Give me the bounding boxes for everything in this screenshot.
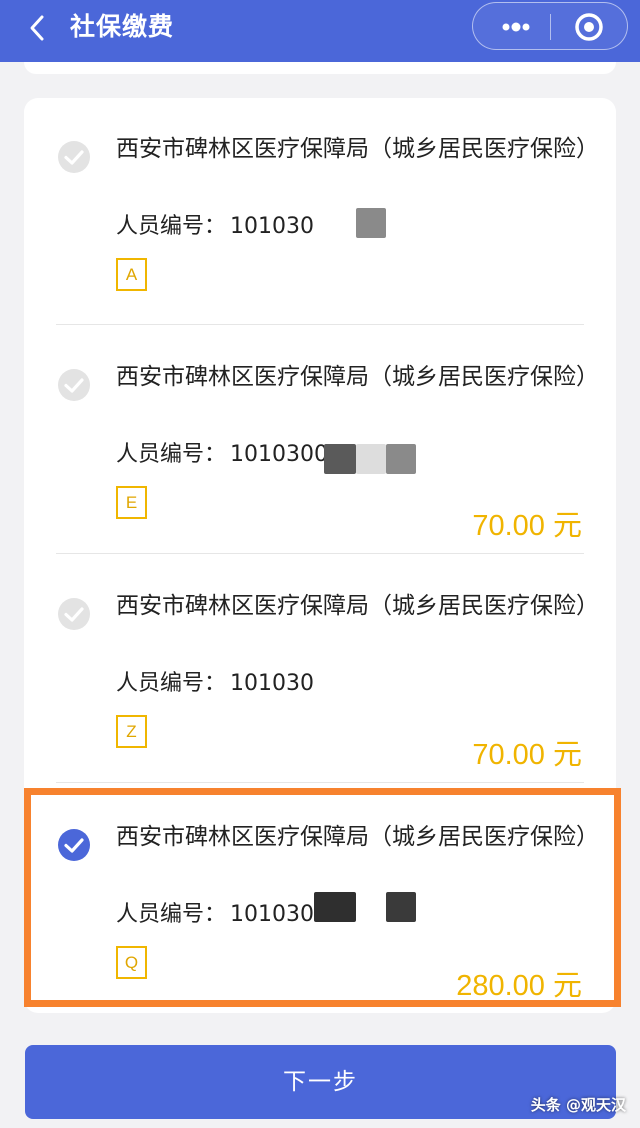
header-bar: 社保缴费	[0, 0, 640, 62]
chevron-left-icon[interactable]	[22, 10, 58, 46]
person-tag: A	[116, 258, 147, 291]
person-id-label: 人员编号：	[116, 442, 227, 467]
selection-highlight-frame	[24, 788, 621, 1007]
amount: 70.00 元	[472, 739, 582, 771]
more-dots-icon[interactable]	[487, 7, 545, 47]
target-circle-icon[interactable]	[563, 7, 615, 47]
check-circle-icon[interactable]	[57, 140, 91, 174]
mini-program-capsule	[472, 2, 628, 50]
person-id-label: 人员编号：	[116, 671, 227, 696]
insurance-item[interactable]: 西安市碑林区医疗保障局（城乡居民医疗保险） 人员编号： 101030 A	[24, 98, 616, 326]
item-divider	[56, 324, 584, 325]
check-circle-icon[interactable]	[57, 597, 91, 631]
insurance-name: 西安市碑林区医疗保障局（城乡居民医疗保险）	[116, 593, 599, 619]
insurance-name: 西安市碑林区医疗保障局（城乡居民医疗保险）	[116, 136, 599, 162]
watermark: 头条 @观天汉	[530, 1096, 626, 1114]
person-id-label: 人员编号：	[116, 214, 227, 239]
person-tag: Z	[116, 715, 147, 748]
amount: 70.00 元	[472, 510, 582, 542]
next-step-button[interactable]: 下一步	[25, 1045, 616, 1119]
insurance-item[interactable]: 西安市碑林区医疗保障局（城乡居民医疗保险） 人员编号： 101030 Z 70.…	[24, 555, 616, 783]
redacted-block	[356, 444, 386, 474]
item-divider	[56, 782, 584, 783]
previous-card-edge	[24, 62, 616, 74]
insurance-name: 西安市碑林区医疗保障局（城乡居民医疗保险）	[116, 364, 599, 390]
person-tag: E	[116, 486, 147, 519]
person-id-value: 101030	[230, 671, 314, 696]
redacted-block	[324, 444, 356, 474]
page-title: 社保缴费	[70, 12, 175, 41]
capsule-divider	[550, 14, 551, 40]
check-circle-icon[interactable]	[57, 368, 91, 402]
redacted-block	[356, 208, 386, 238]
insurance-item[interactable]: 西安市碑林区医疗保障局（城乡居民医疗保险） 人员编号： 10103000 E 7…	[24, 326, 616, 554]
item-divider	[56, 553, 584, 554]
person-id-value: 101030	[230, 214, 314, 239]
redacted-block	[386, 444, 416, 474]
